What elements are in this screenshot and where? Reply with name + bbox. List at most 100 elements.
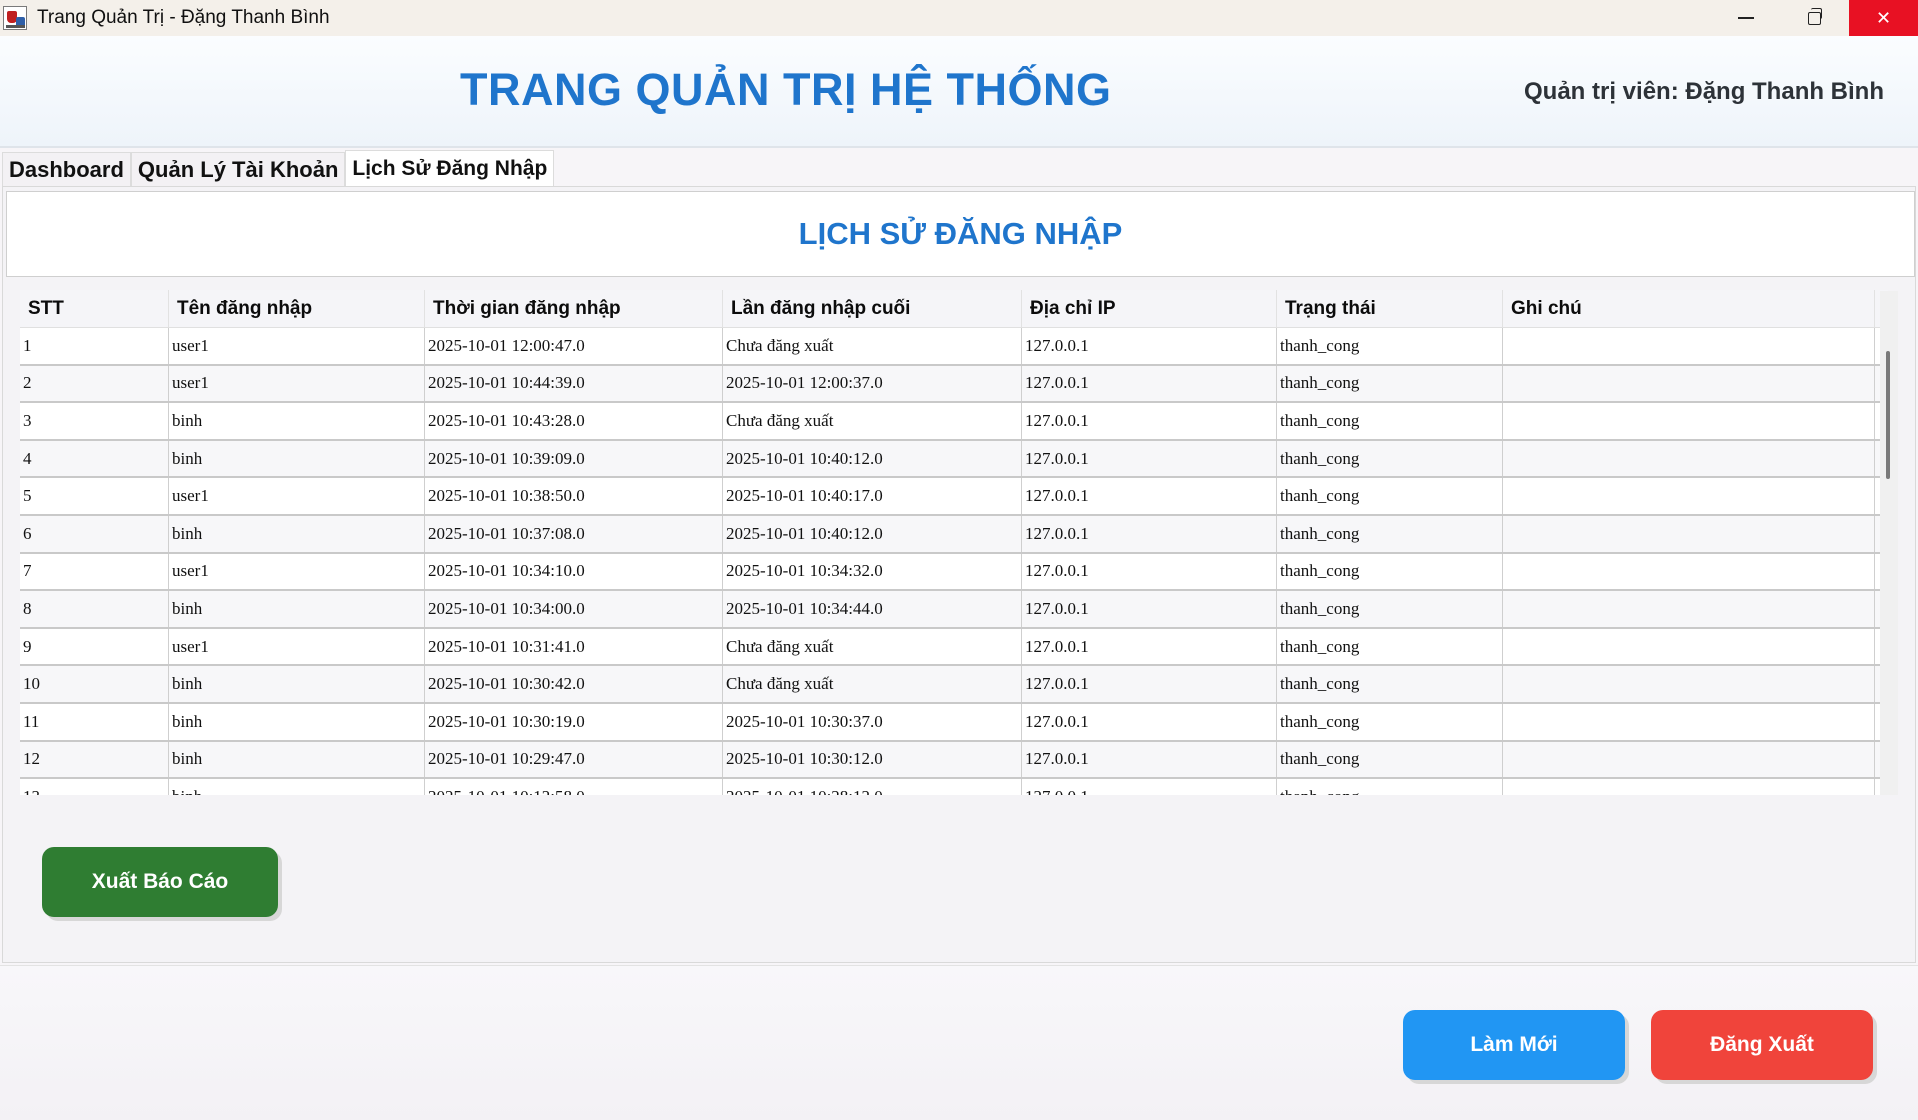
table-row[interactable]: 5 user1 2025-10-01 10:38:50.0 2025-10-01 10… [20,478,1888,516]
cell-stt: 2 [20,365,169,402]
column-header-note[interactable]: Ghi chú [1503,290,1875,327]
table-row[interactable]: 11 binh 2025-10-01 10:30:19.0 2025-10-01 10… [20,703,1888,742]
cell-username: user1 [169,328,425,364]
restore-button[interactable] [1780,0,1849,36]
cell-ip: 127.0.0.1 [1022,591,1277,627]
table-row[interactable]: 1 user1 2025-10-01 12:00:47.0 Chưa đăng xuấ… [20,328,1888,366]
page-title: TRANG QUẢN TRỊ HỆ THỐNG [460,64,1112,115]
login-history-table[interactable]: STT Tên đăng nhập Thời gian đăng nhập Lầ… [20,290,1888,795]
column-header-ip[interactable]: Địa chỉ IP [1022,290,1277,327]
cell-last-login: 2025-10-01 10:40:12.0 [723,440,1022,477]
cell-status: thanh_cong [1277,440,1503,477]
cell-login-time: 2025-10-01 10:12:58.0 [425,779,723,795]
table-row[interactable]: 6 binh 2025-10-01 10:37:08.0 2025-10-01 10:… [20,515,1888,554]
table-row[interactable]: 4 binh 2025-10-01 10:39:09.0 2025-10-01 10:… [20,440,1888,479]
cell-stt: 3 [20,403,169,439]
cell-ip: 127.0.0.1 [1022,628,1277,665]
column-header-last-login[interactable]: Lần đăng nhập cuối [723,290,1022,327]
cell-status: thanh_cong [1277,403,1503,439]
cell-last-login: Chưa đăng xuất [723,628,1022,665]
cell-note [1503,478,1875,514]
cell-ip: 127.0.0.1 [1022,703,1277,740]
refresh-button[interactable]: Làm Mới [1403,1010,1625,1080]
cell-note [1503,741,1875,778]
cell-status: thanh_cong [1277,328,1503,364]
cell-stt: 9 [20,628,169,665]
cell-username: user1 [169,365,425,402]
table-row[interactable]: 13binh2025-10-01 10:12:58.02025-10-01 10… [20,779,1888,795]
tab-login-history[interactable]: Lịch Sử Đăng Nhập [345,150,555,186]
cell-login-time: 2025-10-01 10:39:09.0 [425,440,723,477]
table-body: 1 user1 2025-10-01 12:00:47.0 Chưa đăng xuấ… [20,328,1888,795]
cell-note [1503,591,1875,627]
cell-username: binh [169,591,425,627]
cell-stt: 8 [20,591,169,627]
cell-note [1503,440,1875,477]
tab-bar: Dashboard Quản Lý Tài Khoản Lịch Sử Đăng… [2,150,555,186]
cell-stt: 1 [20,328,169,364]
cell-username: binh [169,403,425,439]
cell-login-time: 2025-10-01 10:44:39.0 [425,365,723,402]
cell-note [1503,703,1875,740]
window-titlebar[interactable]: Trang Quản Trị - Đặng Thanh Bình ✕ [0,0,1918,36]
table-row[interactable]: 9 user1 2025-10-01 10:31:41.0 Chưa đăng xuấ… [20,628,1888,667]
column-header-stt[interactable]: STT [20,290,169,327]
cell-ip: 127.0.0.1 [1022,515,1277,552]
cell-ip: 127.0.0.1 [1022,440,1277,477]
cell-stt: 10 [20,666,169,702]
cell-username: user1 [169,628,425,665]
table-scrollbar[interactable] [1880,291,1898,795]
cell-stt: 12 [20,741,169,778]
cell-login-time: 2025-10-01 10:38:50.0 [425,478,723,514]
cell-login-time: 2025-10-01 10:30:19.0 [425,703,723,740]
cell-ip: 127.0.0.1 [1022,779,1277,795]
cell-login-time: 2025-10-01 10:34:00.0 [425,591,723,627]
cell-username: binh [169,440,425,477]
scrollbar-thumb[interactable] [1886,351,1890,479]
minimize-button[interactable] [1711,0,1780,36]
column-header-login-time[interactable]: Thời gian đăng nhập [425,290,723,327]
table-row[interactable]: 3 binh 2025-10-01 10:43:28.0 Chưa đăng xuất… [20,403,1888,441]
cell-login-time: 2025-10-01 10:31:41.0 [425,628,723,665]
table-row[interactable]: 12 binh 2025-10-01 10:29:47.0 2025-10-01 10… [20,741,1888,780]
column-header-username[interactable]: Tên đăng nhập [169,290,425,327]
cell-login-time: 2025-10-01 10:43:28.0 [425,403,723,439]
table-row[interactable]: 2 user1 2025-10-01 10:44:39.0 2025-10-01 12… [20,365,1888,404]
cell-login-time: 2025-10-01 12:00:47.0 [425,328,723,364]
table-row[interactable]: 10 binh 2025-10-01 10:30:42.0 Chưa đăng xuấ… [20,666,1888,704]
close-button[interactable]: ✕ [1849,0,1918,36]
footer-bar [0,965,1918,1120]
cell-stt: 13 [20,779,169,795]
cell-login-time: 2025-10-01 10:29:47.0 [425,741,723,778]
cell-note [1503,515,1875,552]
restore-icon [1808,7,1822,25]
table-row[interactable]: 7 user1 2025-10-01 10:34:10.0 2025-10-01 10… [20,553,1888,592]
cell-ip: 127.0.0.1 [1022,553,1277,590]
cell-last-login: Chưa đăng xuất [723,328,1022,364]
cell-last-login: 2025-10-01 12:00:37.0 [723,365,1022,402]
cell-status: thanh_cong [1277,779,1503,795]
export-report-button[interactable]: Xuất Báo Cáo [42,847,278,917]
cell-login-time: 2025-10-01 10:30:42.0 [425,666,723,702]
tab-dashboard[interactable]: Dashboard [2,152,131,186]
cell-stt: 4 [20,440,169,477]
cell-login-time: 2025-10-01 10:34:10.0 [425,553,723,590]
cell-ip: 127.0.0.1 [1022,365,1277,402]
tab-account-management[interactable]: Quản Lý Tài Khoản [130,152,346,186]
column-header-status[interactable]: Trạng thái [1277,290,1503,327]
logout-button[interactable]: Đăng Xuất [1651,1010,1873,1080]
cell-note [1503,628,1875,665]
cell-last-login: 2025-10-01 10:40:17.0 [723,478,1022,514]
table-row[interactable]: 8 binh 2025-10-01 10:34:00.0 2025-10-01 10:… [20,591,1888,629]
cell-last-login: Chưa đăng xuất [723,403,1022,439]
cell-note [1503,553,1875,590]
cell-note [1503,365,1875,402]
cell-status: thanh_cong [1277,553,1503,590]
section-header: LỊCH SỬ ĐĂNG NHẬP [6,191,1915,277]
cell-last-login: 2025-10-01 10:34:32.0 [723,553,1022,590]
cell-last-login: Chưa đăng xuất [723,666,1022,702]
cell-stt: 11 [20,703,169,740]
cell-status: thanh_cong [1277,478,1503,514]
cell-note [1503,666,1875,702]
cell-ip: 127.0.0.1 [1022,741,1277,778]
